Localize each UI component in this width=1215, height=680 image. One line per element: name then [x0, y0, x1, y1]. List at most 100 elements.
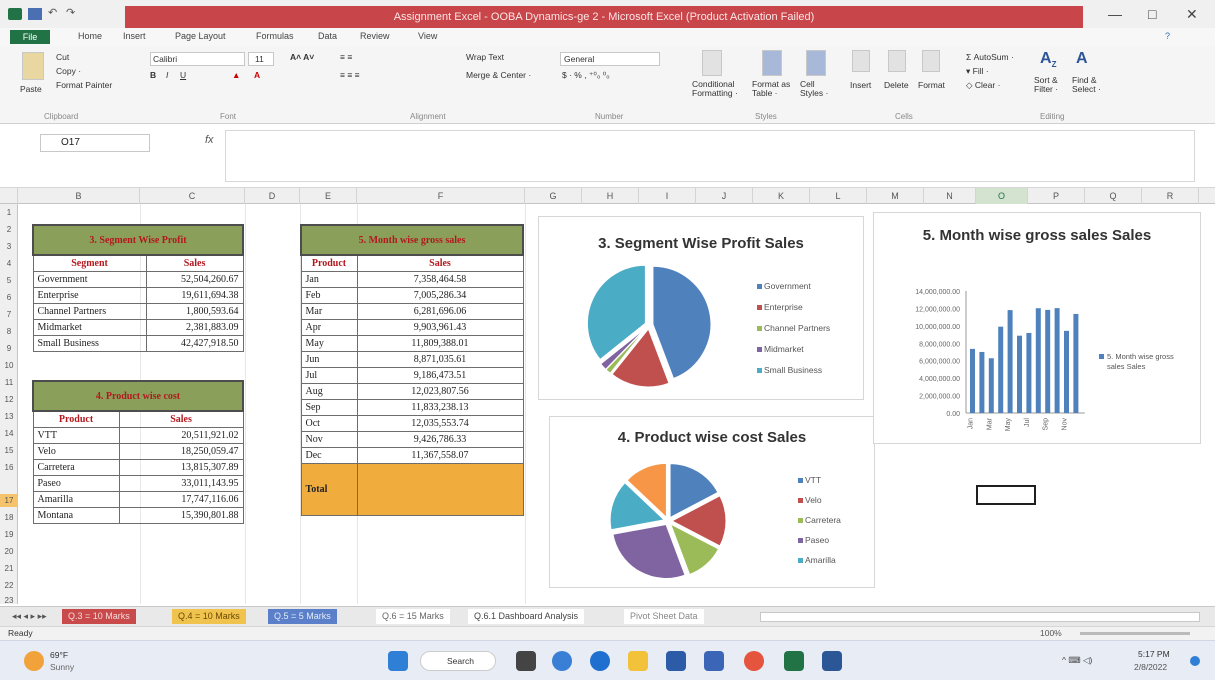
bar[interactable] [998, 326, 1004, 413]
find-select-icon[interactable]: A [1076, 50, 1088, 68]
table-header[interactable]: Product [32, 410, 120, 428]
column-header-cell[interactable]: J [696, 188, 753, 204]
table-header[interactable]: Sales [118, 410, 244, 428]
column-header-cell[interactable]: B [18, 188, 140, 204]
tab-formulas[interactable]: Formulas [256, 31, 294, 41]
bar[interactable] [1035, 308, 1041, 413]
sheet-tab-active[interactable]: Q.6.1 Dashboard Analysis [468, 609, 585, 624]
sheet-tab[interactable]: Q.5 = 5 Marks [268, 609, 337, 624]
redo-icon[interactable]: ↷ [66, 6, 80, 19]
table-cell[interactable]: 2,381,883.09 [145, 318, 244, 336]
select-all-corner[interactable] [0, 188, 18, 204]
bar[interactable] [1007, 310, 1013, 413]
pie-slice[interactable] [652, 265, 712, 380]
table-cell[interactable]: 8,871,035.61 [356, 350, 524, 368]
row-header-cell[interactable]: 16 [0, 461, 18, 474]
format-table-button[interactable]: Format as Table · [752, 80, 792, 98]
table-cell[interactable]: Paseo [32, 474, 120, 492]
table-cell[interactable]: 9,186,473.51 [356, 366, 524, 384]
bar[interactable] [988, 358, 994, 413]
table-header[interactable]: Segment [32, 254, 147, 272]
table-cell[interactable]: Apr [300, 318, 358, 336]
copy-button[interactable]: Copy · [56, 66, 81, 76]
row-header-cell[interactable]: 7 [0, 308, 18, 321]
table-cell[interactable]: Dec [300, 446, 358, 464]
cell-styles-button[interactable]: Cell Styles · [800, 80, 836, 98]
column-header-cell[interactable]: P [1028, 188, 1085, 204]
table-cell[interactable]: 7,358,464.58 [356, 270, 524, 288]
row-header-cell[interactable]: 1 [0, 206, 18, 219]
delete-cells-button[interactable]: Delete [884, 80, 909, 90]
bar[interactable] [970, 348, 975, 413]
sheet-tab[interactable]: Q.3 = 10 Marks [62, 609, 136, 624]
row-header-cell[interactable]: 6 [0, 291, 18, 304]
save-icon[interactable] [28, 8, 42, 20]
font-color-icon[interactable]: A [254, 70, 260, 80]
column-header-cell[interactable]: N [924, 188, 976, 204]
column-header-cell[interactable]: C [140, 188, 245, 204]
table-cell[interactable]: Jan [300, 270, 358, 288]
table-cell[interactable]: 20,511,921.02 [118, 426, 244, 444]
column-header-cell[interactable]: I [639, 188, 696, 204]
tab-data[interactable]: Data [318, 31, 337, 41]
delete-cells-icon[interactable] [888, 50, 906, 72]
table-cell[interactable]: 11,367,558.07 [356, 446, 524, 464]
fx-icon[interactable]: fx [205, 134, 214, 146]
table-cell[interactable]: Sep [300, 398, 358, 416]
month-bar-chart[interactable]: 5. Month wise gross sales Sales 14,000,0… [873, 212, 1201, 444]
table-cell[interactable]: VTT [32, 426, 120, 444]
table-cell[interactable]: 33,011,143.95 [118, 474, 244, 492]
file-explorer-icon[interactable] [628, 651, 648, 671]
table-header[interactable]: Sales [356, 254, 524, 272]
bar[interactable] [1073, 313, 1079, 413]
table-cell[interactable]: Channel Partners [32, 302, 147, 320]
formula-input[interactable] [225, 130, 1195, 182]
table-cell[interactable]: 42,427,918.50 [145, 334, 244, 352]
task-view-icon[interactable] [516, 651, 536, 671]
sheet-tab[interactable]: Q.6 = 15 Marks [376, 609, 450, 624]
column-header-cell[interactable]: K [753, 188, 810, 204]
tab-insert[interactable]: Insert [123, 31, 146, 41]
paste-icon[interactable] [22, 52, 44, 80]
table-cell[interactable]: 11,833,238.13 [356, 398, 524, 416]
table-cell[interactable]: 13,815,307.89 [118, 458, 244, 476]
row-header-cell[interactable]: 13 [0, 410, 18, 423]
bar[interactable] [1054, 308, 1060, 413]
table-cell[interactable]: 6,281,696.06 [356, 302, 524, 320]
table-cell[interactable]: Montana [32, 506, 120, 524]
wrap-text-button[interactable]: Wrap Text [466, 52, 504, 62]
format-cells-icon[interactable] [922, 50, 940, 72]
sort-filter-button[interactable]: Sort & Filter · [1034, 76, 1074, 94]
column-header-cell[interactable]: D [245, 188, 300, 204]
table-cell[interactable]: Aug [300, 382, 358, 400]
format-table-icon[interactable] [762, 50, 782, 76]
table-cell[interactable]: 17,747,116.06 [118, 490, 244, 508]
table-cell[interactable]: Oct [300, 414, 358, 432]
windows-start-icon[interactable] [388, 651, 408, 671]
column-header-cell[interactable]: M [867, 188, 924, 204]
table-cell[interactable]: 19,611,694.38 [145, 286, 244, 304]
excel-taskbar-icon[interactable] [784, 651, 804, 671]
column-header-cell[interactable]: Q [1085, 188, 1142, 204]
underline-icon[interactable]: U [180, 70, 186, 80]
table-cell[interactable]: 7,005,286.34 [356, 286, 524, 304]
format-painter-button[interactable]: Format Painter [56, 80, 112, 90]
row-header-cell[interactable]: 4 [0, 257, 18, 270]
column-header-cell[interactable]: G [525, 188, 582, 204]
row-header-cell[interactable]: 11 [0, 376, 18, 389]
font-name-select[interactable]: Calibri [150, 52, 245, 66]
table-cell[interactable]: Jul [300, 366, 358, 384]
row-header-cell[interactable]: 8 [0, 325, 18, 338]
row-header-cell[interactable]: 5 [0, 274, 18, 287]
merge-center-button[interactable]: Merge & Center · [466, 70, 531, 80]
teams-chat-icon[interactable] [552, 651, 572, 671]
sort-filter-icon[interactable]: AZ [1040, 50, 1056, 69]
column-header-cell[interactable]: H [582, 188, 639, 204]
table-cell[interactable]: Government [32, 270, 147, 288]
table-cell[interactable]: 18,250,059.47 [118, 442, 244, 460]
conditional-formatting-icon[interactable] [702, 50, 722, 76]
table-header[interactable]: Sales [145, 254, 244, 272]
column-header-cell-active[interactable]: O [976, 188, 1028, 204]
worksheet-grid[interactable]: 3. Segment Wise Profit Segment Sales Gov… [18, 204, 1203, 604]
word-taskbar-icon[interactable] [822, 651, 842, 671]
